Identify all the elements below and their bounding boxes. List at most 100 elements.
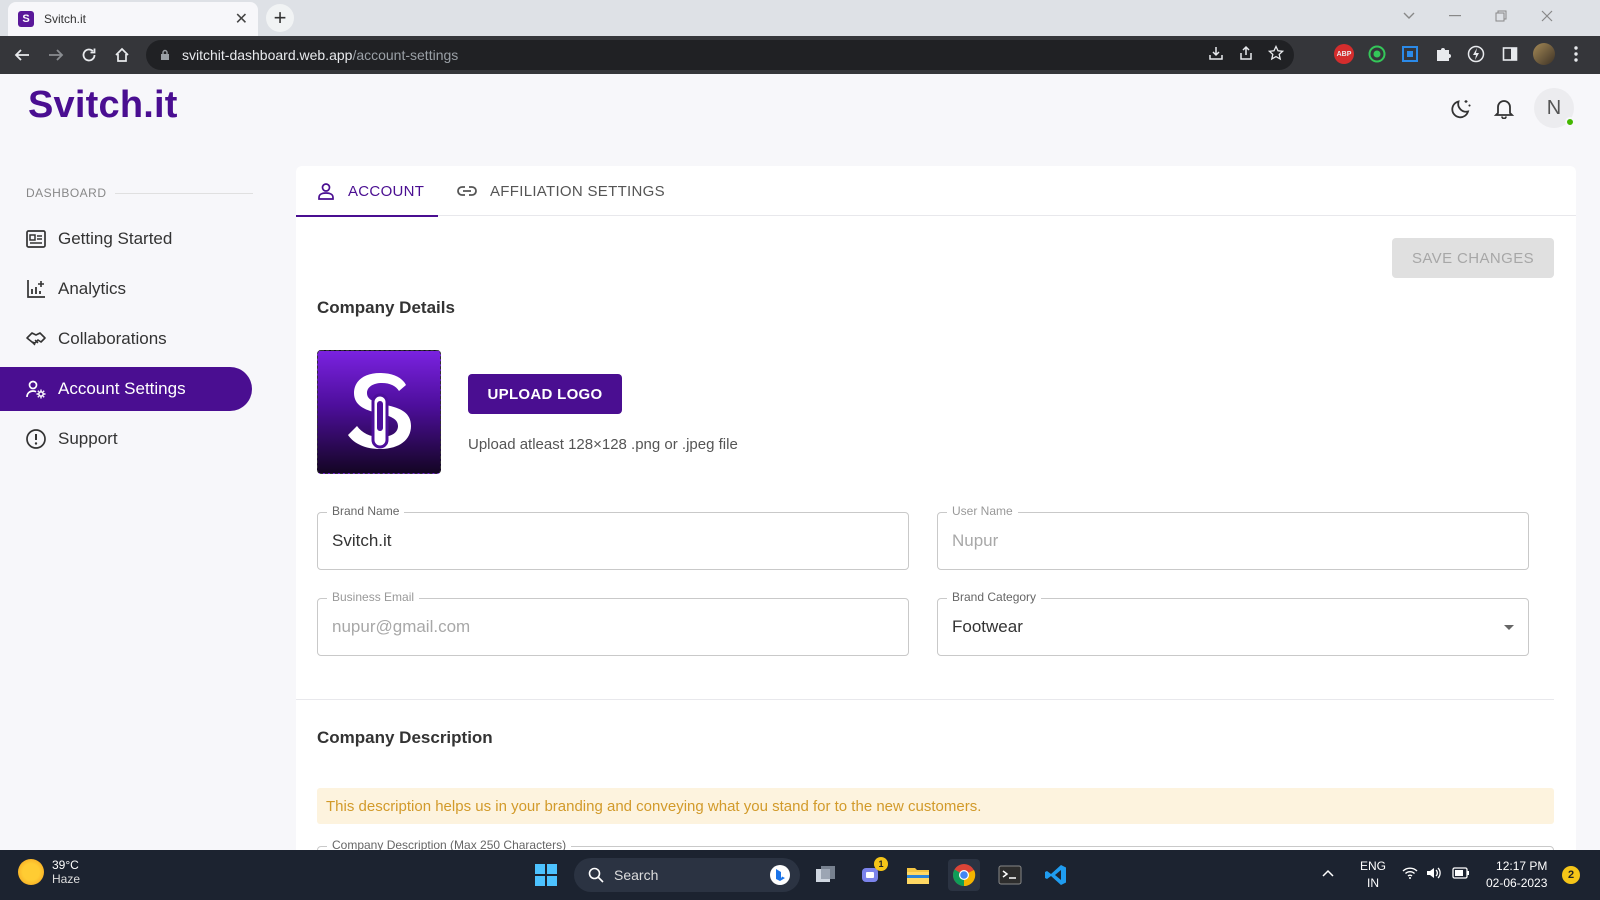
url-path: /account-settings [352, 47, 459, 63]
sidebar-item-analytics[interactable]: Analytics [0, 267, 252, 311]
share-icon[interactable] [1238, 45, 1254, 65]
sidebar-item-getting-started[interactable]: Getting Started [0, 217, 252, 261]
company-logo-preview[interactable] [317, 350, 441, 474]
notifications-bell-icon[interactable] [1490, 94, 1518, 122]
sidebar-section-label: DASHBOARD [26, 186, 107, 200]
handshake-icon [24, 327, 48, 351]
field-label: Brand Name [327, 504, 405, 518]
field-value: nupur@gmail.com [332, 617, 471, 636]
browser-tab-strip: S Svitch.it ✕ + [0, 0, 1600, 36]
close-tab-icon[interactable]: ✕ [235, 9, 248, 29]
browser-toolbar: svitchit-dashboard.web.app/account-setti… [0, 36, 1600, 74]
company-description-heading: Company Description [317, 728, 493, 747]
account-settings-card: ACCOUNT AFFILIATION SETTINGS SAVE CHANGE… [296, 166, 1576, 856]
upload-hint-text: Upload atleast 128×128 .png or .jpeg fil… [468, 436, 738, 453]
sidebar-item-label: Getting Started [58, 229, 173, 248]
file-explorer-icon[interactable] [902, 859, 934, 891]
field-value: Svitch.it [332, 531, 392, 550]
weather-temp: 39°C [52, 858, 79, 872]
avatar-initial: N [1546, 96, 1562, 119]
notification-count-badge[interactable]: 2 [1562, 866, 1580, 884]
sidebar-item-support[interactable]: Support [0, 417, 252, 461]
new-tab-button[interactable]: + [266, 4, 294, 32]
field-value: Nupur [952, 531, 999, 550]
taskbar-search[interactable]: Search [574, 858, 800, 892]
brand-s-logo-icon [348, 373, 411, 449]
dropdown-arrow-icon[interactable] [1504, 625, 1514, 630]
user-avatar[interactable]: N [1534, 88, 1575, 128]
chrome-taskbar-icon[interactable] [948, 859, 980, 891]
sidebar-item-account-settings[interactable]: Account Settings [0, 367, 252, 411]
browser-menu-icon[interactable] [1566, 44, 1586, 64]
extension-target-icon[interactable] [1367, 44, 1387, 64]
extensions-puzzle-icon[interactable] [1433, 44, 1453, 64]
field-label: User Name [947, 504, 1018, 518]
minimize-icon[interactable] [1432, 0, 1478, 32]
sidebar-item-label: Collaborations [58, 329, 167, 348]
side-panel-icon[interactable] [1500, 44, 1520, 64]
link-icon [456, 184, 478, 198]
system-clock[interactable]: 12:17 PM 02-06-2023 [1486, 858, 1547, 892]
brand-category-select[interactable]: Brand Category Footwear [937, 590, 1529, 656]
install-icon[interactable] [1208, 45, 1224, 65]
reload-icon[interactable] [73, 39, 105, 71]
tab-label: ACCOUNT [348, 182, 425, 200]
company-details-heading: Company Details [317, 298, 455, 317]
user-settings-icon [24, 377, 48, 401]
field-label: Business Email [327, 590, 420, 604]
url-host: svitchit-dashboard.web.app [182, 47, 353, 63]
search-icon [588, 867, 604, 883]
search-label: Search [614, 867, 659, 883]
volume-icon[interactable] [1426, 866, 1442, 883]
sidebar-item-collaborations[interactable]: Collaborations [0, 317, 252, 361]
field-value: Footwear [952, 617, 1023, 636]
bookmark-star-icon[interactable] [1267, 44, 1285, 65]
business-email-field: Business Email nupur@gmail.com [317, 590, 909, 656]
vscode-icon[interactable] [1040, 859, 1072, 891]
extension-bolt-icon[interactable] [1466, 44, 1486, 64]
extension-capture-icon[interactable] [1400, 44, 1420, 64]
home-icon[interactable] [106, 39, 138, 71]
field-label: Brand Category [947, 590, 1042, 604]
sidebar-divider [115, 193, 253, 194]
clock-time: 12:17 PM [1496, 859, 1548, 873]
address-bar[interactable]: svitchit-dashboard.web.app/account-setti… [146, 40, 1294, 70]
info-circle-icon [24, 427, 48, 451]
terminal-icon[interactable] [994, 859, 1026, 891]
tab-account[interactable]: ACCOUNT [296, 166, 438, 217]
upload-logo-button[interactable]: UPLOAD LOGO [468, 374, 622, 414]
weather-widget[interactable]: 39°C Haze [18, 858, 80, 886]
show-hidden-icons-chevron[interactable] [1322, 866, 1334, 880]
user-name-field: User Name Nupur [937, 504, 1529, 570]
newspaper-icon [24, 227, 48, 251]
adblock-icon[interactable]: ABP [1334, 44, 1354, 64]
description-info-alert: This description helps us in your brandi… [317, 788, 1554, 824]
dark-mode-moon-icon[interactable] [1448, 94, 1476, 122]
task-view-icon[interactable] [810, 859, 842, 891]
teams-chat-icon[interactable]: 1 [856, 857, 888, 891]
favicon: S [18, 11, 34, 27]
brand-name-field[interactable]: Brand Name Svitch.it [317, 504, 909, 570]
windows-taskbar: 39°C Haze Search 1 ENG IN 12:17 PM 02-06… [0, 850, 1600, 900]
language-indicator[interactable]: ENG IN [1360, 858, 1386, 892]
wifi-icon[interactable] [1402, 867, 1418, 882]
weather-desc: Haze [52, 872, 81, 886]
windows-start-icon[interactable] [530, 859, 562, 891]
person-icon [316, 181, 336, 201]
restore-icon[interactable] [1478, 0, 1524, 32]
battery-icon[interactable] [1452, 867, 1470, 882]
lock-icon[interactable] [160, 49, 172, 61]
tab-search-icon[interactable] [1386, 0, 1432, 32]
lang-line-1: ENG [1360, 859, 1387, 873]
forward-icon[interactable] [40, 39, 72, 71]
sidebar-item-label: Analytics [58, 279, 127, 298]
back-icon[interactable] [6, 39, 38, 71]
bing-icon[interactable] [770, 865, 790, 885]
app-logo[interactable]: Svitch.it [28, 84, 178, 127]
profile-avatar[interactable] [1533, 43, 1555, 65]
clock-date: 02-06-2023 [1486, 876, 1548, 890]
tab-affiliation-settings[interactable]: AFFILIATION SETTINGS [456, 166, 665, 216]
save-changes-button[interactable]: SAVE CHANGES [1392, 238, 1554, 278]
browser-tab[interactable]: S Svitch.it ✕ [8, 2, 258, 36]
close-window-icon[interactable] [1524, 0, 1570, 32]
